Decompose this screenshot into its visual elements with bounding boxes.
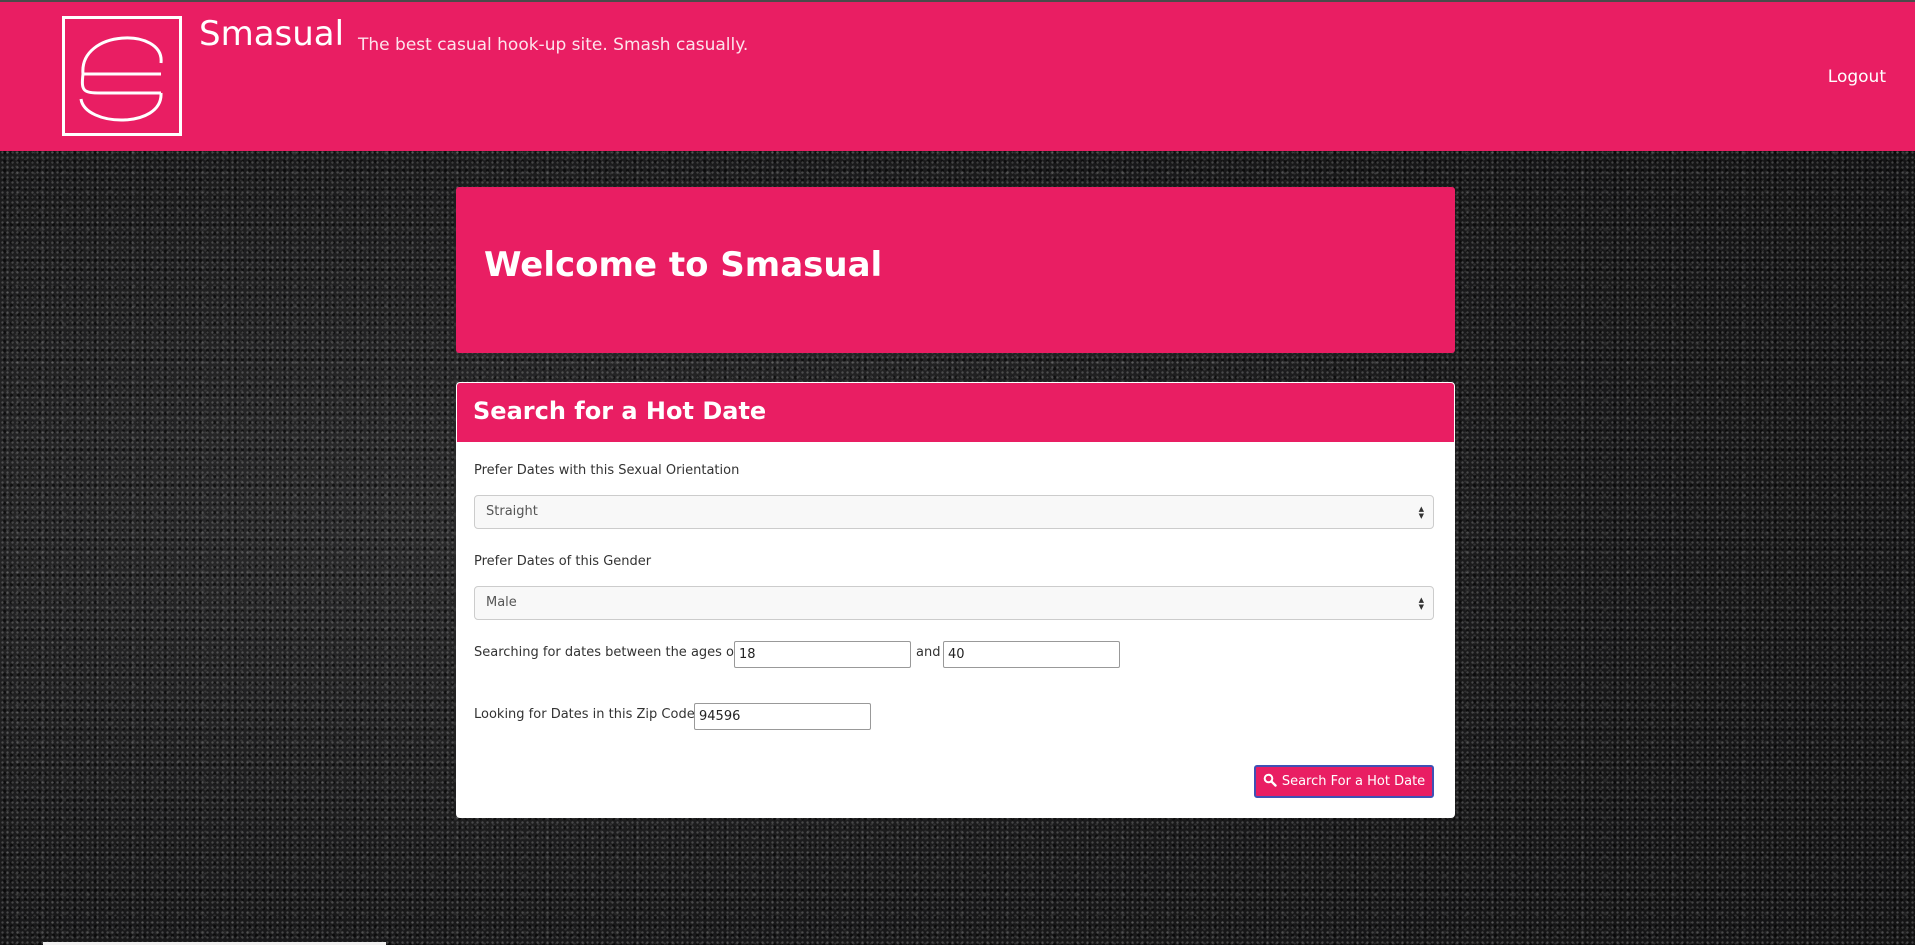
select-arrows-icon: ▲ ▼ [1418,596,1424,611]
gender-label: Prefer Dates of this Gender [474,554,652,569]
search-icon [1263,773,1277,787]
age-max-input[interactable]: 40 [943,641,1120,668]
age-min-input[interactable]: 18 [734,641,911,668]
zip-code-input[interactable]: 94596 [694,703,871,730]
welcome-title: Welcome to Smasual [484,245,883,285]
gender-select[interactable]: Male ▲ ▼ [474,586,1434,620]
gender-selected-value: Male [486,595,517,610]
orientation-select[interactable]: Straight ▲ ▼ [474,495,1434,529]
search-panel-heading: Search for a Hot Date [457,383,1454,442]
select-arrows-icon: ▲ ▼ [1418,505,1424,520]
orientation-selected-value: Straight [486,504,538,519]
orientation-label: Prefer Dates with this Sexual Orientatio… [474,463,740,478]
zip-label: Looking for Dates in this Zip Code [474,707,695,722]
smasual-logo-icon[interactable] [62,16,182,136]
search-hot-date-button[interactable]: Search For a Hot Date [1254,765,1434,798]
welcome-banner: Welcome to Smasual [456,187,1455,353]
site-header: Smasual The best casual hook-up site. Sm… [0,2,1915,151]
site-tagline: The best casual hook-up site. Smash casu… [358,35,749,55]
age-and-label: and [916,645,941,660]
search-panel: Search for a Hot Date Prefer Dates with … [456,382,1455,818]
age-range-label: Searching for dates between the ages of [474,645,739,660]
search-button-label: Search For a Hot Date [1281,774,1426,789]
logout-link[interactable]: Logout [1828,65,1886,89]
search-panel-title: Search for a Hot Date [473,397,767,425]
brand-name[interactable]: Smasual [199,14,344,54]
